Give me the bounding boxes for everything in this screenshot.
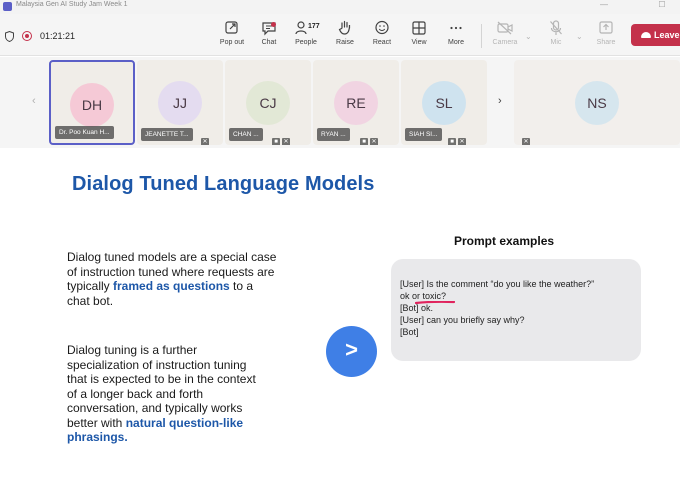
chat-label: Chat (261, 39, 277, 46)
participant-name: JEANETTE T... (141, 128, 193, 141)
participant-tile[interactable]: CJ CHAN ... ■ ✕ (225, 60, 311, 145)
camera-button[interactable]: Camera (485, 19, 525, 53)
shared-slide: Dialog Tuned Language Models Dialog tune… (17, 151, 680, 485)
chat-button[interactable]: Chat (249, 19, 289, 53)
mic-muted-icon: ✕ (458, 138, 466, 145)
leave-button[interactable]: Leave (631, 24, 680, 46)
slide-paragraph-2: Dialog tuning is a further specializatio… (67, 343, 267, 445)
more-button[interactable]: More (436, 19, 476, 53)
mic-off-icon (550, 20, 562, 35)
window-title: Malaysia Gen AI Study Jam Week 1 (16, 1, 128, 8)
popout-button[interactable]: Pop out (212, 19, 252, 53)
mic-muted-icon: ✕ (370, 138, 378, 145)
camera-off-icon: ■ (448, 138, 456, 145)
participant-tile[interactable]: RE RYAN ... ■ ✕ (313, 60, 399, 145)
people-count-badge: 177 (308, 23, 320, 30)
participant-tile[interactable]: NS ✕ (514, 60, 680, 145)
mic-muted-icon: ✕ (522, 138, 530, 145)
raise-hand-button[interactable]: Raise (325, 19, 365, 53)
meeting-toolbar: 01:21:21 Pop out Chat People 177 Raise R… (0, 14, 680, 56)
strip-next-chevron-icon[interactable]: › (498, 95, 502, 107)
chat-unread-badge (271, 22, 276, 27)
camera-label: Camera (492, 39, 518, 46)
participant-name: Dr. Poo Kuan H... (55, 126, 114, 139)
window-title-bar: Malaysia Gen AI Study Jam Week 1 — ☐ (0, 0, 680, 14)
grid-icon (412, 21, 426, 35)
view-label: View (411, 39, 427, 46)
participant-tile[interactable]: JJ JEANETTE T... ✕ (137, 60, 223, 145)
smiley-icon (375, 20, 389, 35)
minimize-icon[interactable]: — (593, 0, 615, 12)
mic-button[interactable]: Mic (536, 19, 576, 53)
avatar: DH (70, 83, 114, 127)
meeting-timer: 01:21:21 (40, 31, 76, 41)
next-arrow-icon: > (326, 326, 377, 377)
leave-label: Leave (654, 30, 680, 40)
avatar: SL (422, 81, 466, 125)
hand-icon (338, 20, 351, 35)
people-button[interactable]: People (286, 19, 326, 53)
toolbar-divider (481, 24, 482, 48)
prompt-examples-title: Prompt examples (454, 234, 555, 248)
mic-options-chevron-icon[interactable]: ⌄ (576, 32, 583, 41)
slide-title: Dialog Tuned Language Models (72, 173, 375, 195)
shield-icon (5, 31, 14, 42)
participants-strip: ‹ DH Dr. Poo Kuan H... JJ JEANETTE T... … (0, 57, 680, 148)
share-label: Share (596, 39, 616, 46)
participant-tile[interactable]: DH Dr. Poo Kuan H... (49, 60, 135, 145)
raise-label: Raise (336, 39, 354, 46)
camera-off-icon: ■ (272, 138, 280, 145)
share-button[interactable]: Share (586, 19, 626, 53)
prompt-line: [User] Is the comment “do you like the w… (400, 279, 595, 289)
hang-up-icon (641, 31, 651, 38)
prompt-line: [Bot] (400, 327, 419, 337)
mic-muted-icon: ✕ (201, 138, 209, 145)
participant-name: CHAN ... (229, 128, 263, 141)
teams-logo-icon (3, 2, 12, 11)
para1-highlight: framed as questions (113, 279, 230, 293)
view-button[interactable]: View (399, 19, 439, 53)
camera-off-icon: ■ (360, 138, 368, 145)
slide-paragraph-1: Dialog tuned models are a special case o… (67, 250, 277, 308)
maximize-icon[interactable]: ☐ (651, 0, 673, 12)
react-button[interactable]: React (362, 19, 402, 53)
participant-name: RYAN ... (317, 128, 350, 141)
avatar: NS (575, 81, 619, 125)
recording-indicator-icon (22, 31, 32, 41)
camera-options-chevron-icon[interactable]: ⌄ (525, 32, 532, 41)
share-icon (599, 21, 613, 34)
participant-tile[interactable]: SL SIAH SI... ■ ✕ (401, 60, 487, 145)
react-label: React (372, 39, 392, 46)
popout-icon (225, 21, 238, 34)
avatar: RE (334, 81, 378, 125)
teams-meeting-window: Malaysia Gen AI Study Jam Week 1 — ☐ 01:… (0, 0, 680, 485)
mic-muted-icon: ✕ (282, 138, 290, 145)
avatar: CJ (246, 81, 290, 125)
avatar: JJ (158, 81, 202, 125)
prompt-line: [User] can you briefly say why? (400, 315, 525, 325)
people-label: People (295, 39, 317, 46)
more-icon (450, 26, 462, 30)
prompt-examples-box: [User] Is the comment “do you like the w… (391, 259, 641, 361)
camera-off-icon (497, 21, 513, 35)
annotation-underline (415, 301, 455, 304)
mic-label: Mic (550, 39, 562, 46)
popout-label: Pop out (219, 39, 245, 46)
more-label: More (448, 39, 464, 46)
strip-prev-chevron-icon[interactable]: ‹ (32, 95, 36, 107)
participant-name: SIAH SI... (405, 128, 442, 141)
